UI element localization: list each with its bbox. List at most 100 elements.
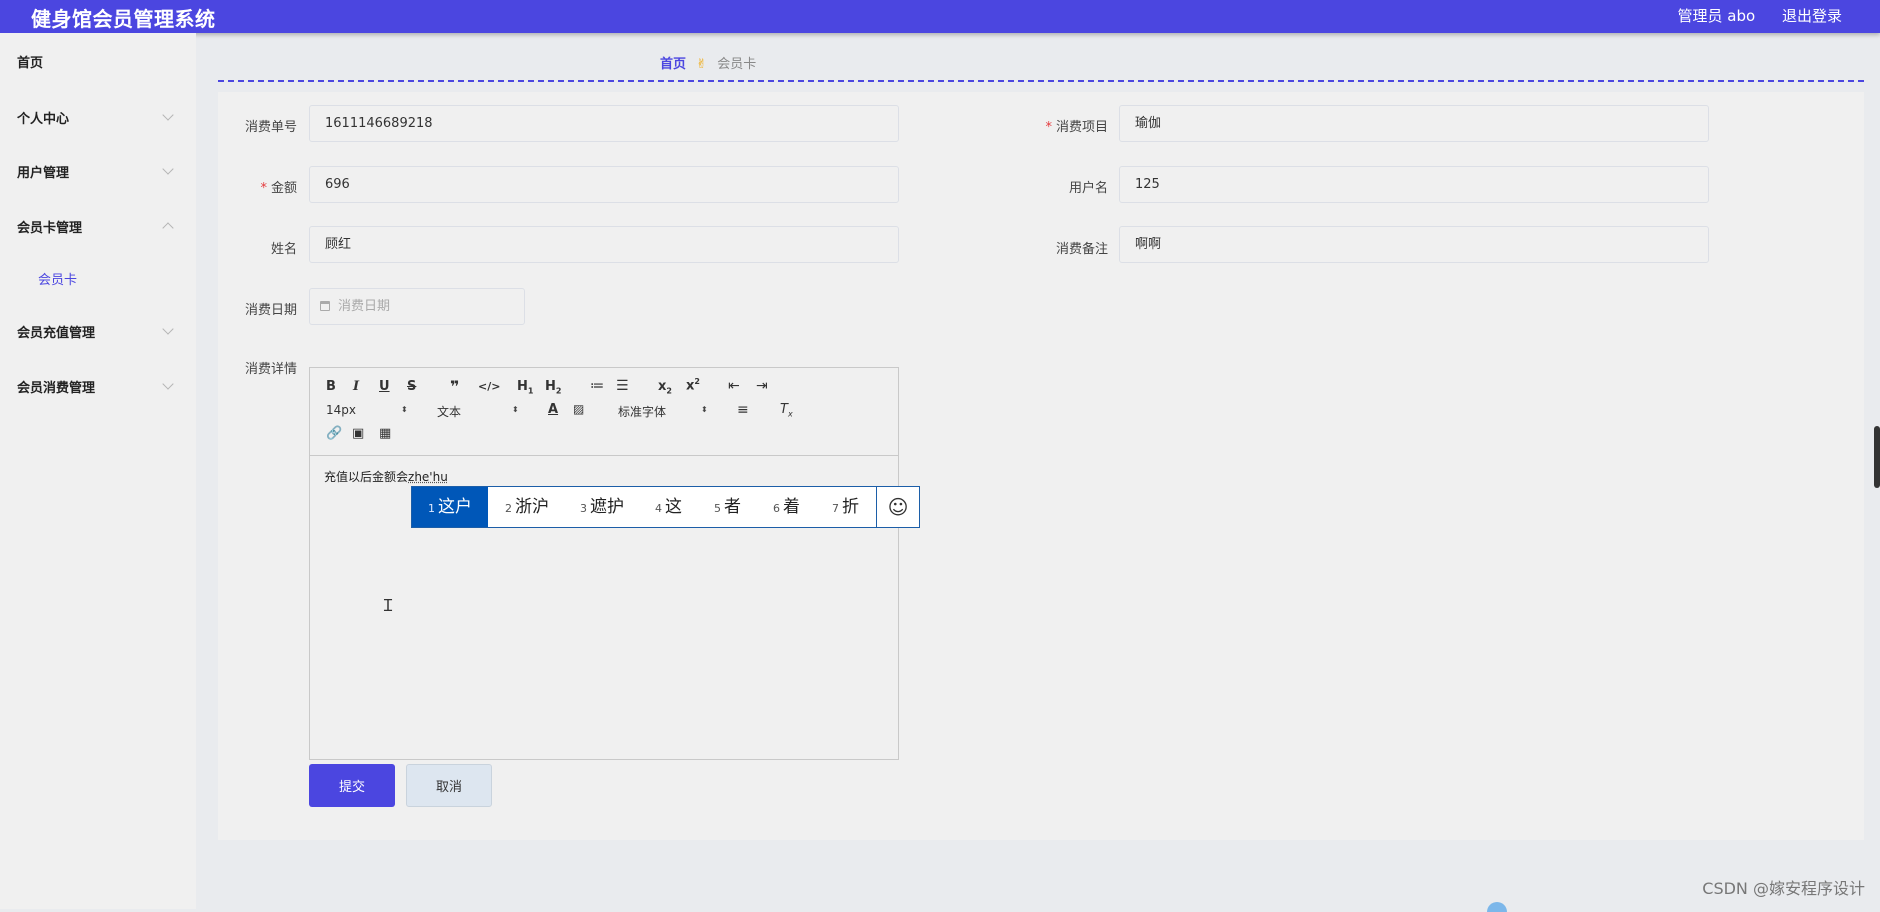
date-placeholder: 消费日期 — [338, 299, 391, 314]
remark-label: 消费备注 — [988, 238, 1108, 257]
sidebar: 首页 个人中心 用户管理 会员卡管理 会员卡 会员充值管理 会员消费管理 — [0, 33, 196, 909]
admin-name: 管理员 abo — [1677, 7, 1756, 25]
strikethrough-icon[interactable]: S — [407, 379, 416, 394]
breadcrumb-current: 会员卡 — [717, 57, 757, 72]
ime-candidate-text: 这 — [665, 497, 682, 517]
font-family-select[interactable]: 标准字体 — [618, 403, 666, 420]
name-label: 姓名 — [177, 238, 297, 257]
date-label-text: 消费日期 — [244, 303, 297, 318]
subscript-icon[interactable]: x2 — [658, 379, 672, 396]
sidebar-item-personal-center[interactable]: 个人中心 — [17, 108, 177, 130]
logout-link[interactable]: 退出登录 — [1782, 7, 1842, 25]
select-arrows-icon: ⬍ — [701, 405, 708, 414]
ime-candidate-number: 4 — [655, 502, 662, 515]
emoji-icon[interactable]: ☺ — [876, 487, 919, 527]
remark-field[interactable]: 啊啊 — [1119, 226, 1709, 263]
order-no-field[interactable]: 1611146689218 — [309, 105, 899, 142]
top-right-area: 管理员 abo 退出登录 — [1656, 5, 1842, 26]
app-title: 健身馆会员管理系统 — [31, 7, 216, 31]
ime-candidate-text: 浙沪 — [515, 497, 549, 517]
item-label: * 消费项目 — [988, 116, 1108, 135]
font-color-icon[interactable]: A — [548, 402, 558, 417]
ime-candidate[interactable]: 7折 — [832, 487, 859, 527]
font-size-value: 14px — [326, 403, 356, 417]
editor-content[interactable]: 充值以后金额会zhe'hu — [324, 468, 448, 485]
cancel-button[interactable]: 取消 — [406, 764, 492, 807]
outdent-icon[interactable]: ⇤ — [728, 378, 740, 394]
detail-label: 消费详情 — [177, 358, 297, 377]
ime-candidate-number: 3 — [580, 502, 587, 515]
ime-candidate[interactable]: 3 遮护 — [580, 487, 624, 527]
sidebar-item-label: 会员充值管理 — [17, 326, 96, 341]
username-label: 用户名 — [988, 177, 1108, 196]
breadcrumb-home[interactable]: 首页 — [660, 57, 686, 72]
chevron-down-icon — [162, 163, 174, 175]
ime-candidate[interactable]: 6着 — [773, 487, 800, 527]
blockquote-icon[interactable]: ❞ — [450, 377, 459, 396]
required-mark: * — [260, 181, 267, 196]
sidebar-item-label: 会员卡管理 — [17, 221, 83, 236]
text-cursor-icon: Ｉ — [380, 596, 397, 615]
ordered-list-icon[interactable]: ≔ — [590, 378, 604, 394]
sidebar-item-recharge-management[interactable]: 会员充值管理 — [17, 322, 177, 344]
sidebar-subitem-member-card[interactable]: 会员卡 — [38, 269, 77, 288]
italic-icon[interactable]: I — [353, 379, 359, 394]
ime-candidate[interactable]: 2 浙沪 — [505, 487, 549, 527]
bullet-list-icon[interactable]: ☰ — [616, 378, 629, 394]
date-picker[interactable]: 消费日期 — [309, 288, 525, 325]
font-size-select[interactable]: 14px — [326, 403, 356, 417]
remark-label-text: 消费备注 — [1055, 242, 1108, 257]
order-no-label: 消费单号 — [177, 116, 297, 135]
name-label-text: 姓名 — [270, 242, 297, 257]
image-icon[interactable]: ▣ — [352, 426, 364, 441]
editor-toolbar: B I U S ❞ </> H1 H2 ≔ ☰ x2 x2 ⇤ ⇥ 14px ⬍… — [310, 368, 898, 456]
ime-candidate-text: 这户 — [438, 497, 472, 517]
font-family-value: 标准字体 — [618, 405, 667, 419]
video-icon[interactable]: ▦ — [379, 426, 391, 441]
ime-candidate[interactable]: 5者 — [714, 487, 741, 527]
chevron-down-icon — [162, 109, 174, 121]
amount-field[interactable]: 696 — [309, 166, 899, 203]
link-icon[interactable]: 🔗 — [326, 426, 342, 441]
ime-candidate-number: 5 — [714, 502, 721, 515]
h2-icon[interactable]: H2 — [545, 379, 561, 396]
ime-candidate[interactable]: 4这 — [655, 487, 682, 527]
chevron-up-icon — [162, 222, 174, 234]
sidebar-item-consumption-management[interactable]: 会员消费管理 — [17, 377, 177, 399]
ime-candidate-number: 1 — [428, 502, 435, 515]
watermark: CSDN @嫁安程序设计 — [1702, 879, 1865, 898]
hand-icon: ✌ — [696, 57, 708, 72]
chevron-down-icon — [162, 378, 174, 390]
calendar-icon — [320, 301, 330, 311]
h1-icon[interactable]: H1 — [517, 379, 533, 396]
submit-button[interactable]: 提交 — [309, 764, 395, 807]
code-icon[interactable]: </> — [478, 380, 500, 393]
scrollbar-thumb[interactable] — [1874, 426, 1880, 488]
ime-candidate-number: 2 — [505, 502, 512, 515]
ime-candidate-text: 遮护 — [590, 497, 624, 517]
item-field[interactable]: 瑜伽 — [1119, 105, 1709, 142]
sidebar-item-card-management[interactable]: 会员卡管理 — [17, 217, 177, 239]
clear-format-icon[interactable]: Tx — [780, 402, 793, 419]
sidebar-item-user-management[interactable]: 用户管理 — [17, 162, 177, 184]
name-field[interactable]: 顾红 — [309, 226, 899, 263]
floating-widget[interactable] — [1487, 902, 1507, 912]
text-type-select[interactable]: 文本 — [437, 403, 461, 420]
superscript-icon[interactable]: x2 — [686, 377, 700, 393]
ime-composition-text: zhe'hu — [408, 470, 448, 484]
chevron-down-icon — [162, 323, 174, 335]
top-bar: 健身馆会员管理系统 管理员 abo 退出登录 — [0, 0, 1880, 33]
bold-icon[interactable]: B — [326, 379, 336, 394]
ime-candidate-number: 6 — [773, 502, 780, 515]
sidebar-item-label: 个人中心 — [17, 112, 70, 127]
breadcrumb: 首页 ✌ 会员卡 — [660, 53, 756, 72]
background-color-icon[interactable]: ▨ — [573, 402, 584, 416]
underline-icon[interactable]: U — [379, 379, 390, 394]
sidebar-item-home[interactable]: 首页 — [17, 52, 177, 74]
indent-icon[interactable]: ⇥ — [756, 378, 768, 394]
sidebar-item-label: 首页 — [17, 56, 44, 71]
align-icon[interactable]: ≡ — [737, 402, 749, 418]
ime-candidate[interactable]: 1 这户 — [412, 487, 488, 527]
username-field[interactable]: 125 — [1119, 166, 1709, 203]
sidebar-item-label: 会员消费管理 — [17, 381, 96, 396]
